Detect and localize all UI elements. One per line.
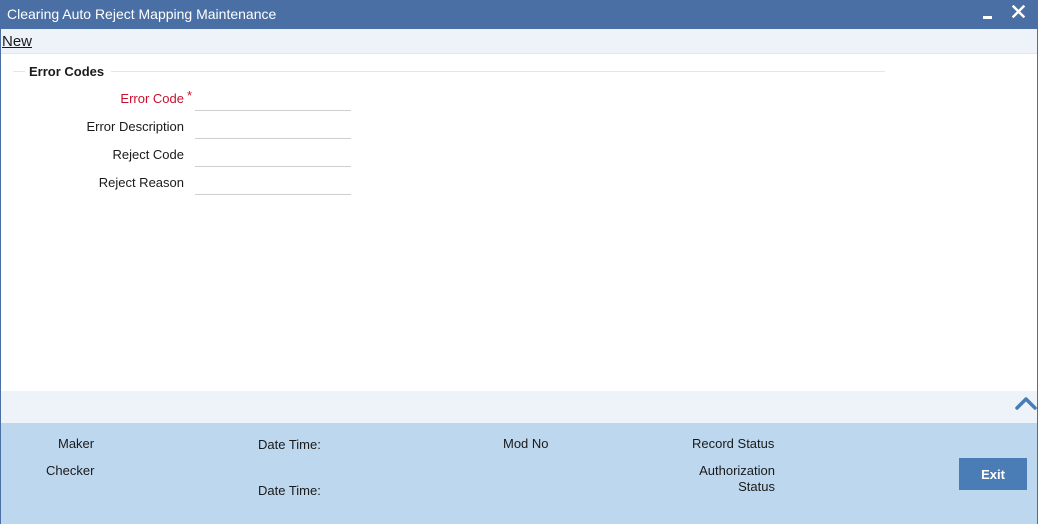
reject-code-input[interactable] <box>195 143 351 167</box>
section-title: Error Codes <box>29 64 105 79</box>
reject-reason-label: Reject Reason <box>98 175 184 190</box>
exit-button[interactable]: Exit <box>959 458 1027 490</box>
required-marker: * <box>187 88 193 103</box>
collapse-band <box>1 391 1037 423</box>
window-title: Clearing Auto Reject Mapping Maintenance <box>7 6 277 22</box>
maker-label: Maker <box>58 436 95 451</box>
section-divider-left <box>13 71 25 72</box>
error-code-row: Error Code * <box>1 87 401 111</box>
checker-date-time-label: Date Time: <box>258 483 321 498</box>
close-icon[interactable] <box>1009 2 1029 22</box>
error-code-label: Error Code <box>120 91 184 106</box>
new-link[interactable]: New <box>2 33 32 50</box>
checker-label: Checker <box>46 463 95 478</box>
section-divider <box>111 71 885 72</box>
reject-code-row: Reject Code <box>1 143 401 167</box>
toolbar: New <box>1 29 1037 54</box>
reject-reason-input[interactable] <box>195 171 351 195</box>
audit-footer: Maker Checker Date Time: Date Time: Mod … <box>1 423 1037 524</box>
record-status-label: Record Status <box>692 436 775 451</box>
authorization-label: Authorization <box>699 463 775 478</box>
app-window: Clearing Auto Reject Mapping Maintenance… <box>0 0 1038 524</box>
main-panel: Error Codes Error Code * Error Descripti… <box>1 55 1037 391</box>
error-description-input[interactable] <box>195 115 351 139</box>
reject-reason-row: Reject Reason <box>1 171 401 195</box>
chevron-up-icon[interactable] <box>1015 395 1037 411</box>
minimize-icon[interactable] <box>979 4 997 24</box>
maker-date-time-label: Date Time: <box>258 437 321 452</box>
title-bar: Clearing Auto Reject Mapping Maintenance <box>1 1 1037 29</box>
error-description-label: Error Description <box>86 119 184 134</box>
mod-no-label: Mod No <box>503 436 549 451</box>
reject-code-label: Reject Code <box>112 147 184 162</box>
error-code-input[interactable] <box>195 87 351 111</box>
error-description-row: Error Description <box>1 115 401 139</box>
authorization-status-label: Status <box>738 479 775 494</box>
